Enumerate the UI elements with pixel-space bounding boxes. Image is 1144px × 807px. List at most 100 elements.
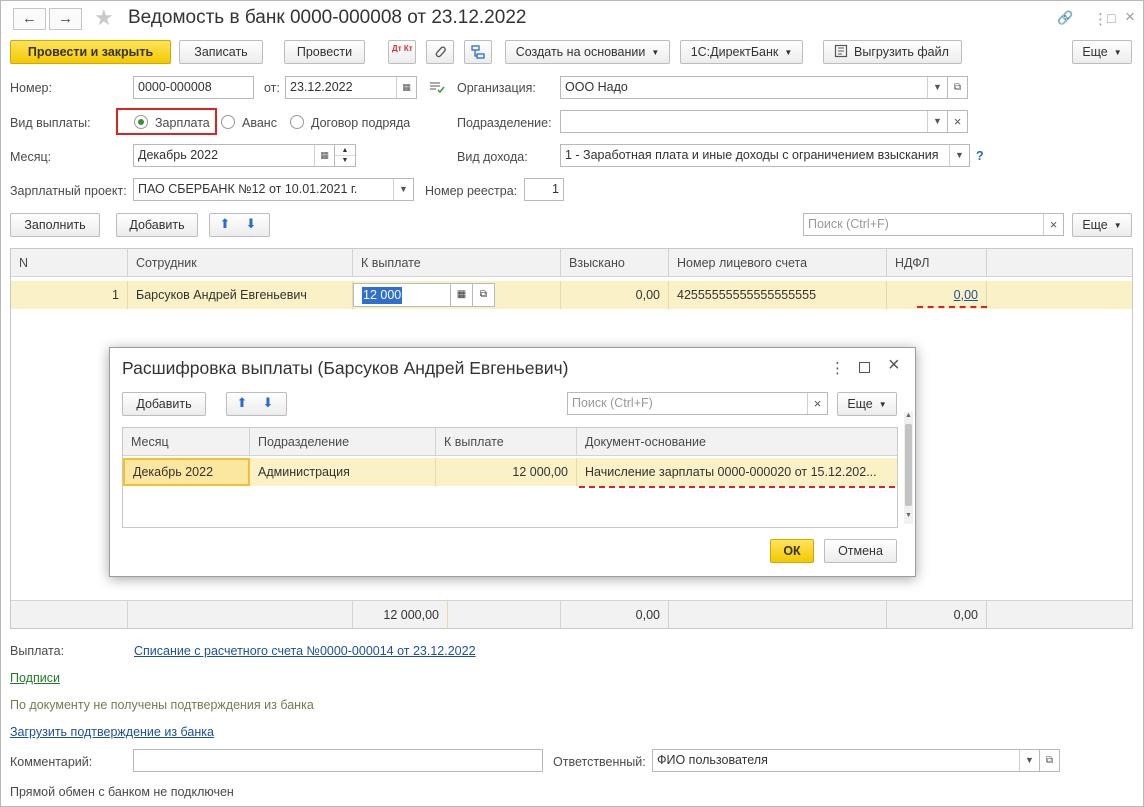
calendar-icon[interactable]: ▦	[314, 145, 334, 166]
export-file-button[interactable]: Выгрузить файл	[823, 40, 962, 64]
clear-search-icon[interactable]: ×	[807, 393, 827, 414]
move-down-icon[interactable]: ⬇	[258, 393, 278, 415]
back-button[interactable]: ←	[13, 8, 46, 30]
calculator-icon[interactable]: ▦	[451, 283, 473, 307]
col-employee[interactable]: Сотрудник	[128, 249, 353, 277]
chevron-down-icon[interactable]: ▼	[949, 145, 969, 166]
organization-field[interactable]: ООО Надо ▼	[560, 76, 948, 99]
radio-salary[interactable]	[134, 115, 148, 129]
table-row[interactable]: 1 Барсуков Андрей Евгеньевич 12 000 ▦ ⧉ …	[11, 281, 1132, 309]
fill-button[interactable]: Заполнить	[10, 213, 100, 237]
income-type-field[interactable]: 1 - Заработная плата и иные доходы с огр…	[560, 144, 970, 167]
help-icon[interactable]: ?	[976, 149, 984, 163]
cancel-button[interactable]: Отмена	[824, 539, 897, 563]
load-bank-confirmation-link[interactable]: Загрузить подтверждение из банка	[10, 725, 214, 739]
scrollbar-thumb[interactable]	[905, 424, 912, 506]
dialog-add-button[interactable]: Добавить	[122, 392, 206, 416]
dialog-close-icon[interactable]: ×	[888, 354, 900, 377]
save-button[interactable]: Записать	[179, 40, 263, 64]
create-based-on-button[interactable]: Создать на основании ▼	[505, 40, 670, 64]
signatures-link[interactable]: Подписи	[10, 671, 60, 685]
move-up-icon[interactable]: ⬆	[232, 393, 252, 415]
dialog-more-label: Еще	[847, 397, 873, 411]
radio-contract[interactable]	[290, 115, 304, 129]
chevron-down-icon[interactable]: ▼	[393, 179, 413, 200]
chevron-down-icon[interactable]: ▼	[1019, 750, 1039, 771]
dt-kt-report-button[interactable]: Дт Кт	[388, 40, 416, 64]
direct-exchange-status: Прямой обмен с банком не подключен	[10, 785, 234, 799]
cell-to-pay-editor[interactable]: 12 000 ▦ ⧉	[353, 281, 561, 309]
clear-search-icon[interactable]: ×	[1043, 214, 1063, 235]
structure-button[interactable]	[464, 40, 492, 64]
open-breakdown-icon[interactable]: ⧉	[473, 283, 495, 307]
cell-month[interactable]: Декабрь 2022	[123, 458, 250, 486]
hierarchy-icon	[471, 45, 485, 59]
col-withheld[interactable]: Взыскано	[561, 249, 669, 277]
chevron-down-icon[interactable]: ▼	[927, 77, 947, 98]
export-file-label: Выгрузить файл	[854, 45, 949, 59]
add-row-button[interactable]: Добавить	[116, 213, 198, 237]
chevron-down-icon[interactable]: ▼	[927, 111, 947, 132]
date-field[interactable]: 23.12.2022 ▦	[285, 76, 417, 99]
forward-button[interactable]: →	[49, 8, 82, 30]
salary-project-value: ПАО СБЕРБАНК №12 от 10.01.2021 г.	[138, 182, 358, 196]
month-field[interactable]: Декабрь 2022 ▦	[133, 144, 335, 167]
dialog-search-input[interactable]: Поиск (Ctrl+F) ×	[567, 392, 828, 415]
radio-contract-label[interactable]: Договор подряда	[311, 116, 410, 130]
scroll-up-icon[interactable]: ▲	[905, 412, 912, 419]
attach-file-button[interactable]	[426, 40, 454, 64]
number-field[interactable]: 0000-000008	[133, 76, 254, 99]
cell-basis-document: Начисление зарплаты 0000-000020 от 15.12…	[585, 465, 877, 479]
ok-button[interactable]: ОК	[770, 539, 814, 563]
col-ndfl[interactable]: НДФЛ	[887, 249, 987, 277]
registry-number-field[interactable]: 1	[524, 178, 564, 201]
table-search-input[interactable]: Поиск (Ctrl+F) ×	[803, 213, 1064, 236]
col-account[interactable]: Номер лицевого счета	[669, 249, 887, 277]
cell-ndfl-link[interactable]: 0,00	[887, 281, 987, 309]
col-to-pay[interactable]: К выплате	[353, 249, 561, 277]
post-and-close-button[interactable]: Провести и закрыть	[10, 40, 171, 64]
move-down-icon[interactable]: ⬇	[241, 214, 261, 236]
comment-field[interactable]	[133, 749, 543, 772]
close-icon[interactable]: ×	[1125, 7, 1135, 27]
maximize-icon[interactable]: □	[1107, 10, 1115, 26]
col-basis-document[interactable]: Документ-основание	[577, 428, 897, 456]
to-pay-input[interactable]: 12 000	[353, 283, 451, 307]
month-spinner[interactable]: ▲ ▼	[335, 144, 356, 167]
col-month[interactable]: Месяц	[123, 428, 250, 456]
radio-salary-label[interactable]: Зарплата	[155, 116, 210, 130]
division-field[interactable]: ▼	[560, 110, 948, 133]
col-to-pay[interactable]: К выплате	[436, 428, 577, 456]
dialog-more-icon[interactable]: ⋮	[830, 359, 845, 377]
responsible-field[interactable]: ФИО пользователя ▼	[652, 749, 1040, 772]
calendar-icon[interactable]: ▦	[396, 77, 416, 98]
payment-document-link[interactable]: Списание с расчетного счета №0000-000014…	[134, 644, 476, 658]
breakdown-table: Месяц Подразделение К выплате Документ-о…	[122, 427, 898, 528]
more-actions-icon[interactable]: ⋮	[1093, 10, 1108, 28]
salary-project-field[interactable]: ПАО СБЕРБАНК №12 от 10.01.2021 г. ▼	[133, 178, 414, 201]
month-value: Декабрь 2022	[138, 148, 219, 162]
dialog-scrollbar[interactable]: ▲ ▼	[904, 412, 913, 524]
scroll-down-icon[interactable]: ▼	[905, 512, 912, 519]
favorite-star-icon[interactable]: ★	[94, 5, 114, 31]
link-icon[interactable]: 🔗	[1057, 10, 1073, 26]
payment-breakdown-dialog: Расшифровка выплаты (Барсуков Андрей Евг…	[109, 347, 916, 577]
directbank-button[interactable]: 1С:ДиректБанк ▼	[680, 40, 803, 64]
clear-division-button[interactable]: ×	[948, 110, 968, 133]
col-division[interactable]: Подразделение	[250, 428, 436, 456]
spin-down-icon[interactable]: ▼	[335, 156, 355, 166]
table-row[interactable]: Декабрь 2022 Администрация 12 000,00 Нач…	[123, 458, 897, 486]
open-responsible-button[interactable]: ⧉	[1040, 749, 1060, 772]
col-n[interactable]: N	[11, 249, 128, 277]
table-more-button[interactable]: Еще ▼	[1072, 213, 1132, 237]
post-button[interactable]: Провести	[284, 40, 365, 64]
organization-info-icon[interactable]	[429, 81, 445, 94]
open-organization-button[interactable]: ⧉	[948, 76, 968, 99]
spin-up-icon[interactable]: ▲	[335, 145, 355, 156]
move-up-icon[interactable]: ⬆	[215, 214, 235, 236]
dialog-maximize-icon[interactable]	[859, 362, 870, 373]
dialog-more-button[interactable]: Еще ▼	[837, 392, 897, 416]
radio-advance[interactable]	[221, 115, 235, 129]
radio-advance-label[interactable]: Аванс	[242, 116, 277, 130]
more-button[interactable]: Еще ▼	[1072, 40, 1132, 64]
